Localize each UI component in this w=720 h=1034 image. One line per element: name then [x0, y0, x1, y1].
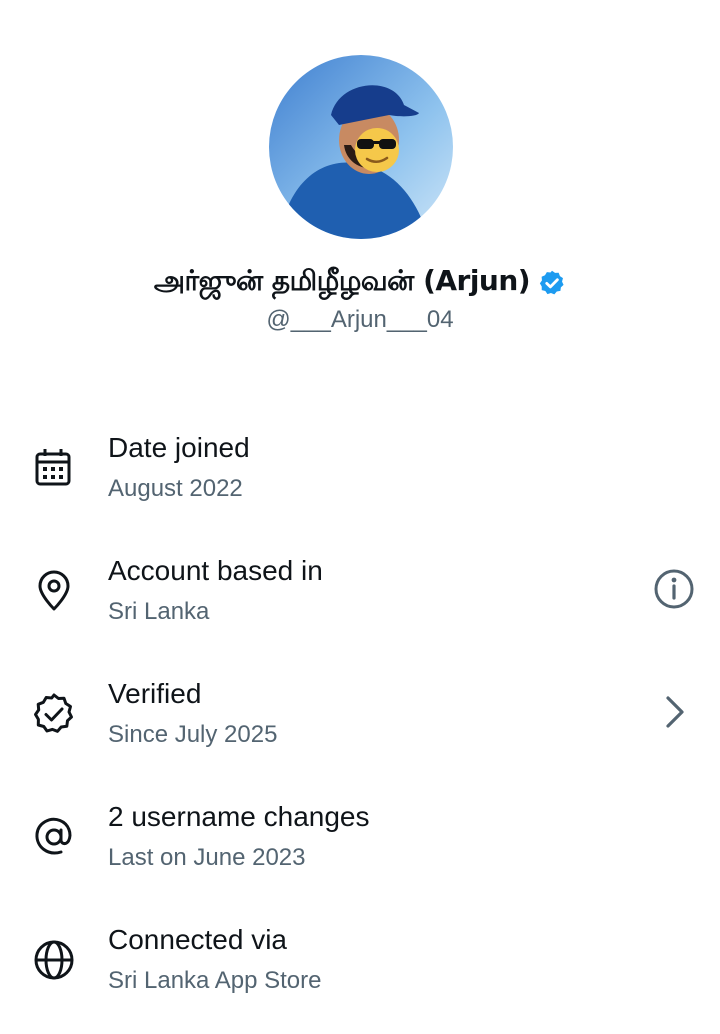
- detail-label: Account based in: [108, 555, 323, 586]
- detail-value: Since July 2025: [108, 721, 278, 748]
- location-pin-icon: [38, 570, 70, 611]
- profile-handle: @___Arjun___04: [266, 306, 454, 333]
- detail-label: Date joined: [108, 432, 250, 463]
- detail-row-connected-via: Connected via Sri Lanka App Store: [0, 912, 720, 1022]
- profile-name-row: அர்ஜுன் தமிழீழவன் (Arjun): [0, 264, 720, 301]
- detail-row-date-joined: Date joined August 2022: [0, 420, 720, 530]
- detail-label: 2 username changes: [108, 801, 370, 832]
- calendar-icon: [35, 449, 71, 486]
- detail-value: Sri Lanka: [108, 598, 210, 625]
- at-sign-icon: [35, 817, 72, 855]
- detail-row-username-changes: 2 username changes Last on June 2023: [0, 789, 720, 899]
- verified-badge-icon[interactable]: [538, 269, 566, 297]
- verified-badge-outline-icon: [34, 693, 73, 733]
- globe-icon: [34, 940, 74, 980]
- profile-avatar[interactable]: [269, 55, 453, 239]
- info-icon[interactable]: [652, 567, 696, 611]
- chevron-right-icon[interactable]: [652, 690, 696, 734]
- detail-label: Connected via: [108, 924, 288, 955]
- detail-value: August 2022: [108, 475, 243, 502]
- detail-value: Sri Lanka App Store: [108, 967, 322, 994]
- detail-value: Last on June 2023: [108, 844, 306, 871]
- detail-row-account-based-in: Account based in Sri Lanka: [0, 543, 720, 653]
- detail-label: Verified: [108, 678, 202, 709]
- detail-row-verified[interactable]: Verified Since July 2025: [0, 666, 720, 776]
- display-name: அர்ஜுன் தமிழீழவன் (Arjun): [153, 264, 531, 297]
